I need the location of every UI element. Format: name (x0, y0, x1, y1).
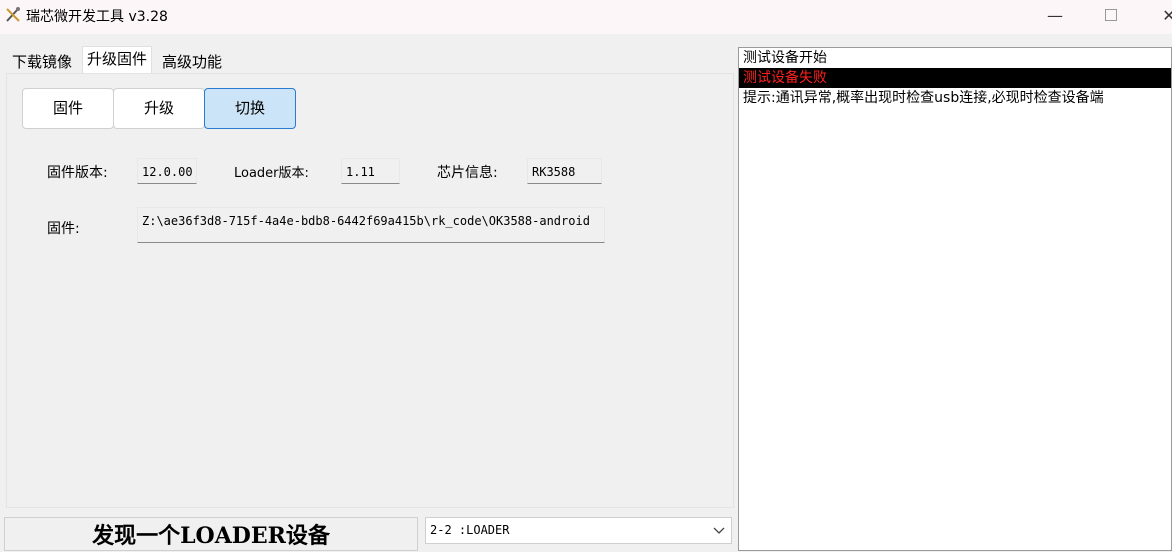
switch-button[interactable]: 切换 (204, 88, 296, 129)
window-title: 瑞芯微开发工具 v3.28 (26, 9, 168, 25)
tools-icon (4, 6, 22, 24)
tab-upgrade-firmware[interactable]: 升级固件 (82, 46, 153, 75)
chevron-down-icon (713, 518, 725, 552)
firmware-version-field: 12.0.00 (137, 158, 197, 184)
log-line-error: 测试设备失败 (739, 68, 1171, 88)
firmware-version-label: 固件版本: (47, 165, 108, 181)
upgrade-panel (6, 73, 734, 508)
firmware-path-label: 固件: (47, 221, 80, 237)
firmware-path-field[interactable]: Z:\ae36f3d8-715f-4a4e-bdb8-6442f69a415b\… (137, 207, 605, 243)
log-output[interactable]: 测试设备开始 测试设备失败 提示:通讯异常,概率出现时检查usb连接,必现时检查… (738, 47, 1172, 551)
status-message: 发现一个LOADER设备 (4, 517, 418, 551)
chip-info-field: RK3588 (527, 158, 602, 184)
minimize-button[interactable]: — (1040, 4, 1070, 28)
maximize-icon (1105, 9, 1117, 21)
tab-advanced-features[interactable]: 高级功能 (162, 50, 222, 74)
maximize-button[interactable] (1096, 4, 1126, 28)
upgrade-button[interactable]: 升级 (113, 88, 205, 129)
title-bar: 瑞芯微开发工具 v3.28 — ✕ (0, 0, 1172, 34)
tab-download-image[interactable]: 下载镜像 (12, 50, 72, 74)
device-select-value: 2-2 :LOADER (430, 523, 510, 537)
loader-version-label: Loader版本: (234, 166, 309, 181)
loader-version-field: 1.11 (341, 158, 400, 184)
chip-info-label: 芯片信息: (437, 165, 498, 181)
log-line: 测试设备开始 (743, 50, 827, 66)
firmware-button[interactable]: 固件 (22, 88, 114, 129)
close-button[interactable]: ✕ (1154, 4, 1172, 28)
device-select[interactable]: 2-2 :LOADER (425, 517, 732, 544)
log-line: 提示:通讯异常,概率出现时检查usb连接,必现时检查设备端 (743, 90, 1104, 106)
